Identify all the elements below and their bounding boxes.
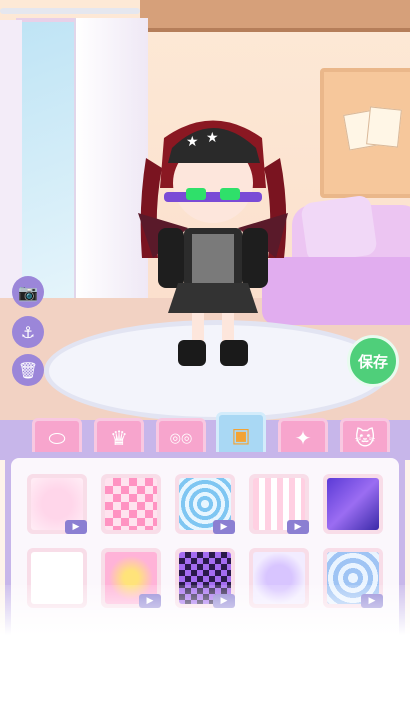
background-tile[interactable] bbox=[101, 474, 161, 534]
curtain-rod bbox=[0, 8, 140, 14]
video-icon: ▶ bbox=[287, 520, 309, 534]
anchor-icon: ⚓ bbox=[20, 322, 36, 342]
magic-wand-icon: ✦ bbox=[294, 426, 312, 450]
background-tile[interactable] bbox=[323, 474, 383, 534]
character-avatar[interactable]: ★ ★ bbox=[128, 108, 298, 373]
shoes-icon: ⬭ bbox=[48, 426, 66, 450]
ceiling-beam bbox=[140, 0, 410, 32]
video-icon: ▶ bbox=[213, 520, 235, 534]
glasses-icon: ◎◎ bbox=[169, 430, 193, 446]
bottom-fade-overlay bbox=[0, 585, 410, 728]
background-image-icon: ▣ bbox=[231, 423, 251, 447]
trash-icon: 🗑 bbox=[17, 360, 39, 380]
camera-button[interactable]: 📷 bbox=[12, 276, 44, 308]
cork-board bbox=[320, 68, 410, 198]
background-tile[interactable]: ▶ bbox=[175, 474, 235, 534]
cat-icon: 🐱 bbox=[354, 426, 376, 450]
curtain-left bbox=[0, 20, 22, 320]
crown-icon: ♛ bbox=[110, 426, 128, 450]
delete-button[interactable]: 🗑 bbox=[12, 354, 44, 386]
anchor-button[interactable]: ⚓ bbox=[12, 316, 44, 348]
svg-text:★: ★ bbox=[206, 130, 219, 146]
background-tile[interactable]: ▶ bbox=[27, 474, 87, 534]
svg-text:★: ★ bbox=[186, 134, 199, 150]
save-label: 保存 bbox=[357, 352, 388, 371]
save-button[interactable]: 保存 bbox=[347, 335, 399, 387]
video-icon: ▶ bbox=[65, 520, 87, 534]
camera-icon: 📷 bbox=[18, 282, 38, 302]
background-tile[interactable]: ▶ bbox=[249, 474, 309, 534]
